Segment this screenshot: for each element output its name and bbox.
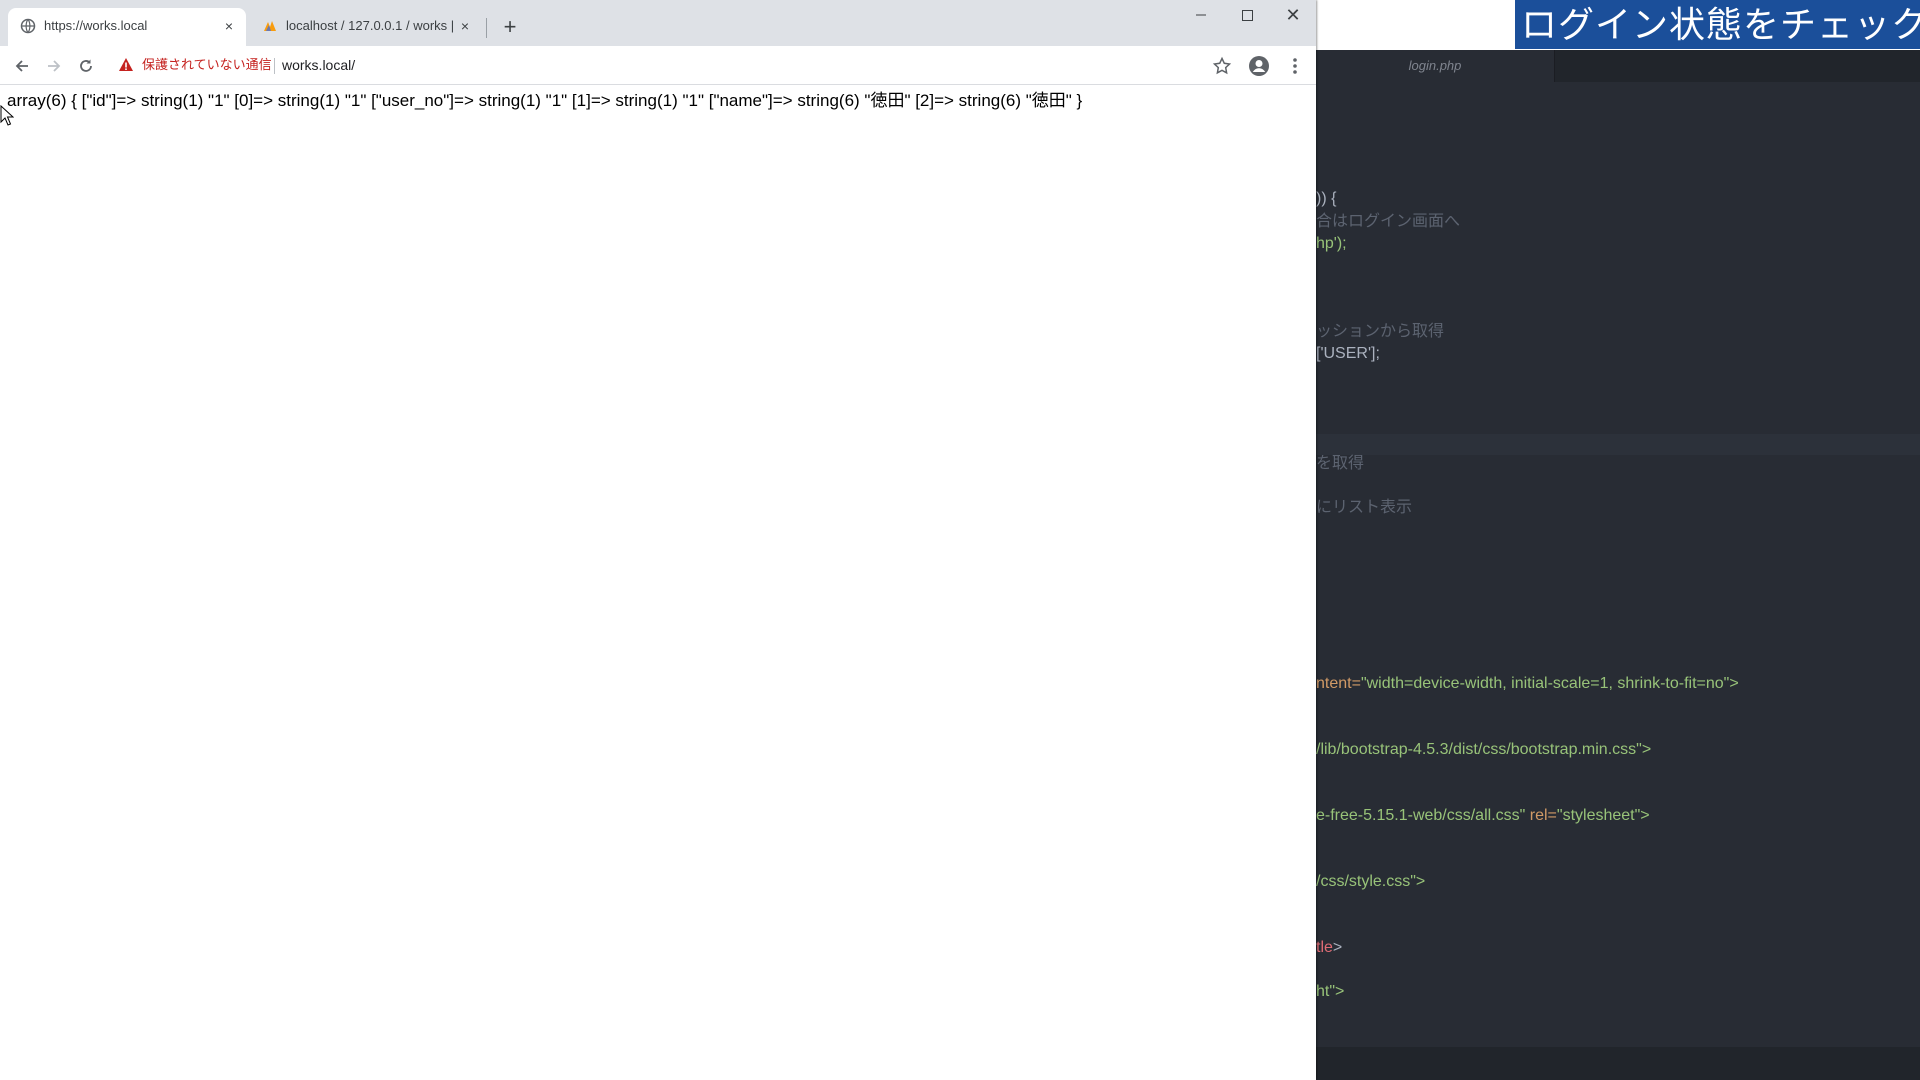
new-tab-button[interactable]: +: [496, 14, 524, 42]
editor-tab-bar: login.php: [1316, 50, 1920, 82]
editor-tab-login-php[interactable]: login.php: [1316, 50, 1555, 82]
code-line-comment: にリスト表示: [1316, 499, 1413, 516]
maximize-button[interactable]: [1224, 0, 1270, 30]
browser-window: https://works.local × localhost / 127.0.…: [0, 0, 1316, 1080]
tab-phpmyadmin[interactable]: localhost / 127.0.0.1 / works | phpMyAdm…: [250, 8, 482, 46]
mouse-cursor-icon: [0, 105, 14, 126]
close-tab-icon[interactable]: ×: [456, 17, 474, 35]
bookmark-star-icon[interactable]: [1212, 56, 1232, 76]
close-window-button[interactable]: ✕: [1270, 0, 1316, 30]
forward-button[interactable]: [40, 52, 68, 80]
url-text[interactable]: works.local/: [282, 50, 355, 80]
phpmyadmin-icon: [264, 21, 276, 31]
code-line-comment: ッションから取得: [1316, 323, 1445, 340]
code-line: ['USER'];: [1316, 345, 1380, 362]
reload-button[interactable]: [72, 52, 100, 80]
current-line-highlight: [1316, 434, 1920, 455]
address-bar[interactable]: 保護されていない通信 works.local/: [108, 50, 1208, 80]
arrow-right-icon: [48, 60, 61, 72]
minimize-button[interactable]: [1178, 0, 1224, 30]
tab-separator: [486, 18, 487, 38]
profile-avatar-icon[interactable]: [1248, 55, 1270, 77]
var-dump-output: array(6) { ["id"]=> string(1) "1" [0]=> …: [7, 91, 1083, 110]
minimize-icon: [1196, 14, 1206, 16]
code-line: hp');: [1316, 235, 1347, 252]
tab-title: https://works.local: [44, 18, 148, 33]
close-tab-icon[interactable]: ×: [220, 17, 238, 35]
tab-strip: https://works.local × localhost / 127.0.…: [0, 0, 1316, 46]
video-caption-banner: ログイン状態をチェック: [1515, 0, 1920, 49]
maximize-icon: [1242, 10, 1253, 21]
code-line: )) {: [1316, 190, 1337, 207]
omnibox-divider: [274, 58, 275, 74]
back-button[interactable]: [8, 52, 36, 80]
warning-icon[interactable]: [118, 57, 134, 73]
security-status-label[interactable]: 保護されていない通信: [142, 50, 272, 80]
code-line: /css/style.css">: [1316, 873, 1426, 890]
code-line: tle>: [1316, 939, 1343, 956]
arrow-left-icon: [15, 60, 28, 72]
code-editor-window: login.php )) { 合はログイン画面へ hp'); ッションから取得 …: [1316, 0, 1920, 1080]
code-line-comment: を取得: [1316, 455, 1365, 472]
code-line-comment: 合はログイン画面へ: [1316, 213, 1461, 230]
code-line: /lib/bootstrap-4.5.3/dist/css/bootstrap.…: [1316, 741, 1652, 758]
page-content: array(6) { ["id"]=> string(1) "1" [0]=> …: [0, 85, 1316, 1080]
browser-toolbar: 保護されていない通信 works.local/: [0, 46, 1316, 85]
reload-icon: [80, 59, 92, 72]
kebab-menu-icon[interactable]: [1286, 56, 1304, 76]
tab-works-local[interactable]: https://works.local ×: [8, 8, 246, 46]
code-line: ht">: [1316, 983, 1345, 1000]
globe-icon: [20, 18, 36, 34]
tab-title: localhost / 127.0.0.1 / works | phpMyAdm…: [286, 18, 456, 33]
code-line: ntent="width=device-width, initial-scale…: [1316, 675, 1739, 692]
code-line: e-free-5.15.1-web/css/all.css" rel="styl…: [1316, 807, 1650, 824]
editor-status-bar: [1316, 1047, 1920, 1080]
